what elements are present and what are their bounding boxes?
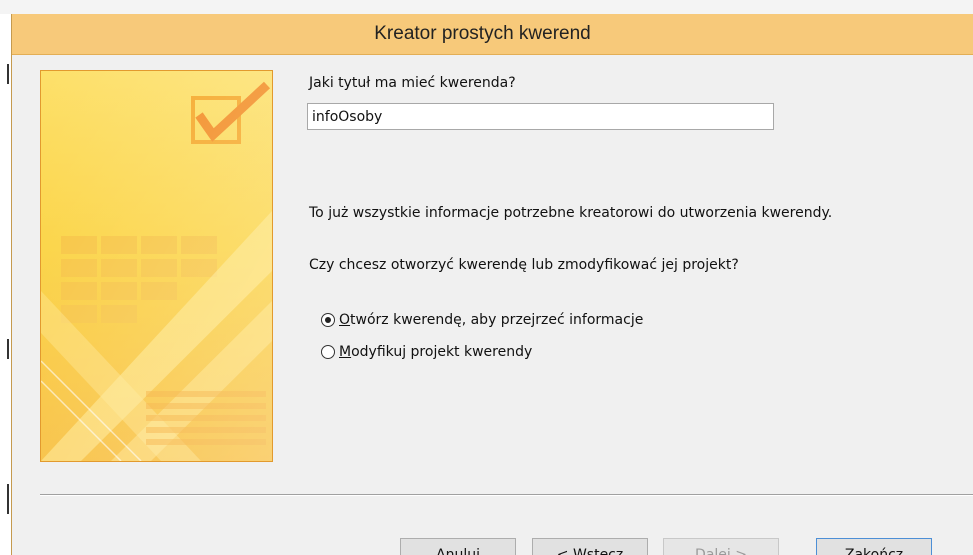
radio-modify-design-indicator[interactable]: [321, 345, 335, 359]
radio-open-query-label: Otwórz kwerendę, aby przejrzeć informacj…: [339, 312, 644, 328]
screen: Kreator prostych kwerend Jaki tytuł ma m…: [0, 0, 973, 555]
info-text: To już wszystkie informacje potrzebne kr…: [309, 205, 833, 221]
wizard-illustration: [40, 70, 273, 462]
button-divider: [40, 494, 973, 496]
back-button[interactable]: < Wstecz: [532, 538, 648, 555]
background-document: [0, 0, 973, 15]
query-title-input[interactable]: [307, 103, 774, 130]
radio-open-query[interactable]: Otwórz kwerendę, aby przejrzeć informacj…: [321, 312, 643, 328]
choice-question: Czy chcesz otworzyć kwerendę lub zmodyfi…: [309, 257, 739, 273]
dialog-title: Kreator prostych kwerend: [374, 23, 591, 44]
query-title-question: Jaki tytuł ma mieć kwerenda?: [309, 75, 516, 91]
dialog-titlebar[interactable]: Kreator prostych kwerend: [12, 14, 973, 55]
radio-modify-design-label: Modyfikuj projekt kwerendy: [339, 344, 533, 360]
radio-open-query-indicator[interactable]: [321, 313, 335, 327]
next-button[interactable]: Dalej >: [663, 538, 779, 555]
radio-modify-design[interactable]: Modyfikuj projekt kwerendy: [321, 344, 532, 360]
background-edge: [0, 14, 11, 555]
cancel-button[interactable]: Anuluj: [400, 538, 516, 555]
query-wizard-dialog: Kreator prostych kwerend Jaki tytuł ma m…: [11, 14, 973, 555]
finish-button[interactable]: Zakończ: [816, 538, 932, 555]
